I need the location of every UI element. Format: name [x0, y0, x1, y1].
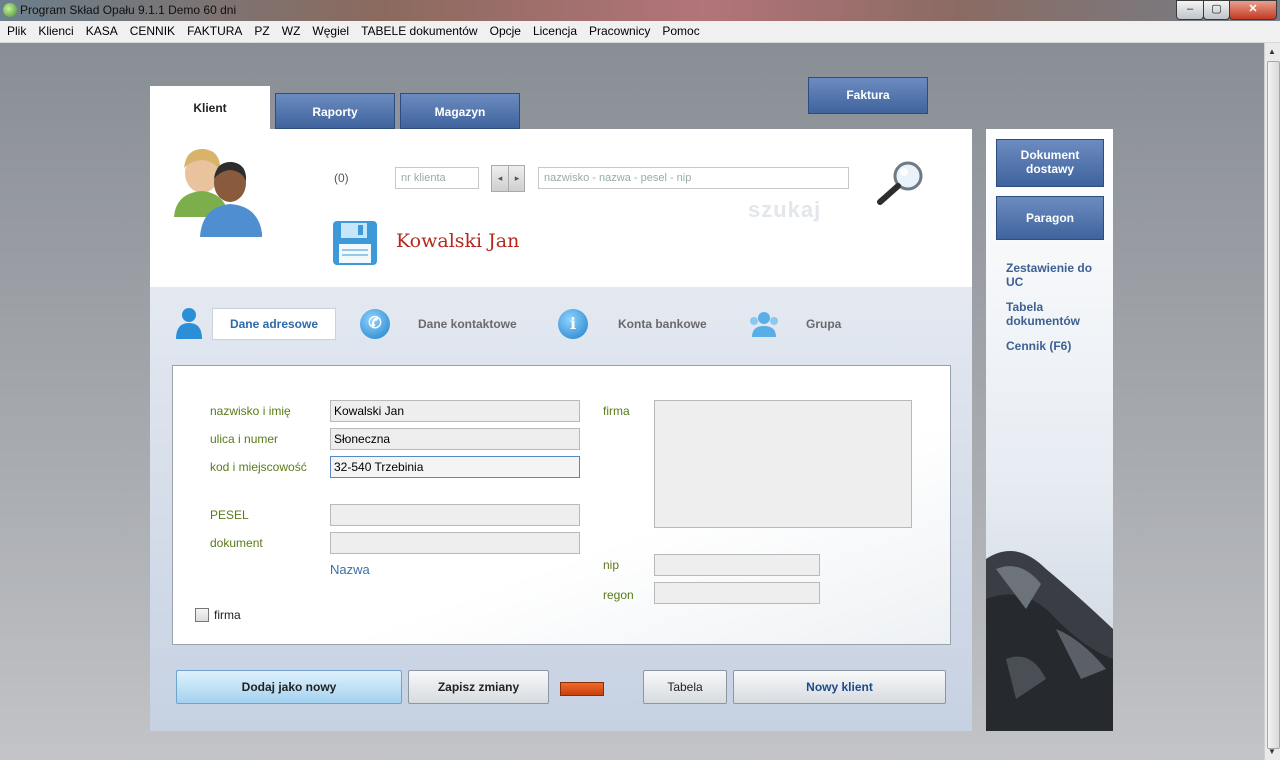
menu-pomoc[interactable]: Pomoc [656, 21, 705, 38]
menu-wz[interactable]: WZ [276, 21, 307, 38]
status-indicator [560, 682, 604, 696]
person-icon [176, 308, 202, 339]
firma-label: firma [603, 404, 630, 418]
tab-klient[interactable]: Klient [150, 86, 270, 130]
search-input[interactable]: nazwisko - nazwa - pesel - nip [538, 167, 849, 189]
street-field[interactable]: Słoneczna [330, 428, 580, 450]
document-label: dokument [210, 536, 263, 550]
minimize-button[interactable]: ‒ [1176, 0, 1204, 20]
scroll-down-icon[interactable]: ▼ [1268, 747, 1276, 756]
menu-wegiel[interactable]: Węgiel [306, 21, 355, 38]
document-field[interactable] [330, 532, 580, 554]
tab-dane-kontaktowe[interactable]: Dane kontaktowe [418, 317, 517, 331]
save-changes-button[interactable]: Zapisz zmiany [408, 670, 549, 704]
menu-klienci[interactable]: Klienci [32, 21, 79, 38]
save-disk-icon[interactable] [332, 220, 378, 266]
city-field[interactable]: 32-540 Trzebinia [330, 456, 580, 478]
search-watermark: szukaj [748, 197, 822, 222]
street-label: ulica i numer [210, 432, 279, 446]
receipt-button[interactable]: Paragon [996, 196, 1104, 240]
search-magnifier-icon[interactable] [876, 160, 928, 206]
nip-label: nip [603, 558, 620, 572]
menu-cennik[interactable]: CENNIK [124, 21, 181, 38]
maximize-button[interactable]: ▢ [1203, 0, 1230, 20]
search-count: (0) [334, 171, 349, 185]
address-form: nazwisko i imię Kowalski Jan ulica i num… [172, 365, 951, 645]
group-icon [750, 312, 778, 337]
tab-konta-bankowe[interactable]: Konta bankowe [618, 317, 707, 331]
client-nav-buttons: ◂ ▸ [491, 165, 525, 192]
prev-client-icon[interactable]: ◂ [492, 166, 509, 191]
menu-pz[interactable]: PZ [248, 21, 275, 38]
delivery-document-button[interactable]: Dokument dostawy [996, 139, 1104, 187]
regon-label: regon [603, 588, 634, 602]
nazwa-link[interactable]: Nazwa [330, 562, 370, 577]
scroll-thumb[interactable] [1267, 61, 1280, 749]
app-icon [3, 3, 17, 17]
menu-plik[interactable]: Plik [1, 21, 32, 38]
window-title: Program Skład Opału 9.1.1 Demo 60 dni [20, 3, 237, 17]
menu-licencja[interactable]: Licencja [527, 21, 583, 38]
add-as-new-button[interactable]: Dodaj jako nowy [176, 670, 402, 704]
vertical-scrollbar[interactable]: ▲ ▼ [1264, 43, 1280, 760]
name-field[interactable]: Kowalski Jan [330, 400, 580, 422]
client-header-panel: (0) nr klienta ◂ ▸ nazwisko - nazwa - pe… [150, 129, 972, 287]
scroll-up-icon[interactable]: ▲ [1268, 47, 1276, 56]
menu-bar: Plik Klienci KASA CENNIK FAKTURA PZ WZ Węgiel TA… [0, 21, 1280, 43]
client-number-input[interactable]: nr klienta [395, 167, 479, 189]
tab-magazyn[interactable]: Magazyn [400, 93, 520, 129]
city-label: kod i miejscowość [210, 460, 307, 474]
pesel-field[interactable] [330, 504, 580, 526]
pesel-label: PESEL [210, 508, 249, 522]
menu-opcje[interactable]: Opcje [484, 21, 527, 38]
phone-icon: ✆ [360, 309, 390, 339]
regon-field[interactable] [654, 582, 820, 604]
link-tabela-dokumentow[interactable]: Tabela dokumentów [1006, 300, 1096, 328]
nip-field[interactable] [654, 554, 820, 576]
firma-checkbox-label: firma [214, 608, 241, 622]
clients-icon [174, 148, 262, 237]
new-client-button[interactable]: Nowy klient [733, 670, 946, 704]
link-cennik[interactable]: Cennik (F6) [1006, 339, 1106, 353]
next-client-icon[interactable]: ▸ [509, 166, 525, 191]
client-name: Kowalski Jan [396, 230, 520, 252]
link-zestawienie[interactable]: Zestawienie do UC [1006, 261, 1096, 289]
close-button[interactable]: ✕ [1229, 0, 1277, 20]
title-bar: Program Skład Opału 9.1.1 Demo 60 dni ‒ … [0, 0, 1280, 21]
name-label: nazwisko i imię [210, 404, 291, 418]
menu-faktura[interactable]: FAKTURA [181, 21, 248, 38]
faktura-button[interactable]: Faktura [808, 77, 928, 114]
firma-textarea[interactable] [654, 400, 912, 528]
tab-dane-adresowe[interactable]: Dane adresowe [212, 308, 336, 340]
firma-checkbox[interactable] [195, 608, 209, 622]
tab-grupa[interactable]: Grupa [806, 317, 841, 331]
menu-pracownicy[interactable]: Pracownicy [583, 21, 656, 38]
info-icon: i [558, 309, 588, 339]
table-button[interactable]: Tabela [643, 670, 727, 704]
menu-tabele[interactable]: TABELE dokumentów [355, 21, 484, 38]
side-panel: Dokument dostawy Paragon Zestawienie do … [986, 129, 1113, 731]
client-details-panel: Dane adresowe ✆ Dane kontaktowe i Konta … [150, 287, 972, 731]
menu-kasa[interactable]: KASA [80, 21, 124, 38]
coal-image [986, 551, 1113, 731]
tab-raporty[interactable]: Raporty [275, 93, 395, 129]
tab-dane-adresowe-label: Dane adresowe [229, 317, 319, 331]
